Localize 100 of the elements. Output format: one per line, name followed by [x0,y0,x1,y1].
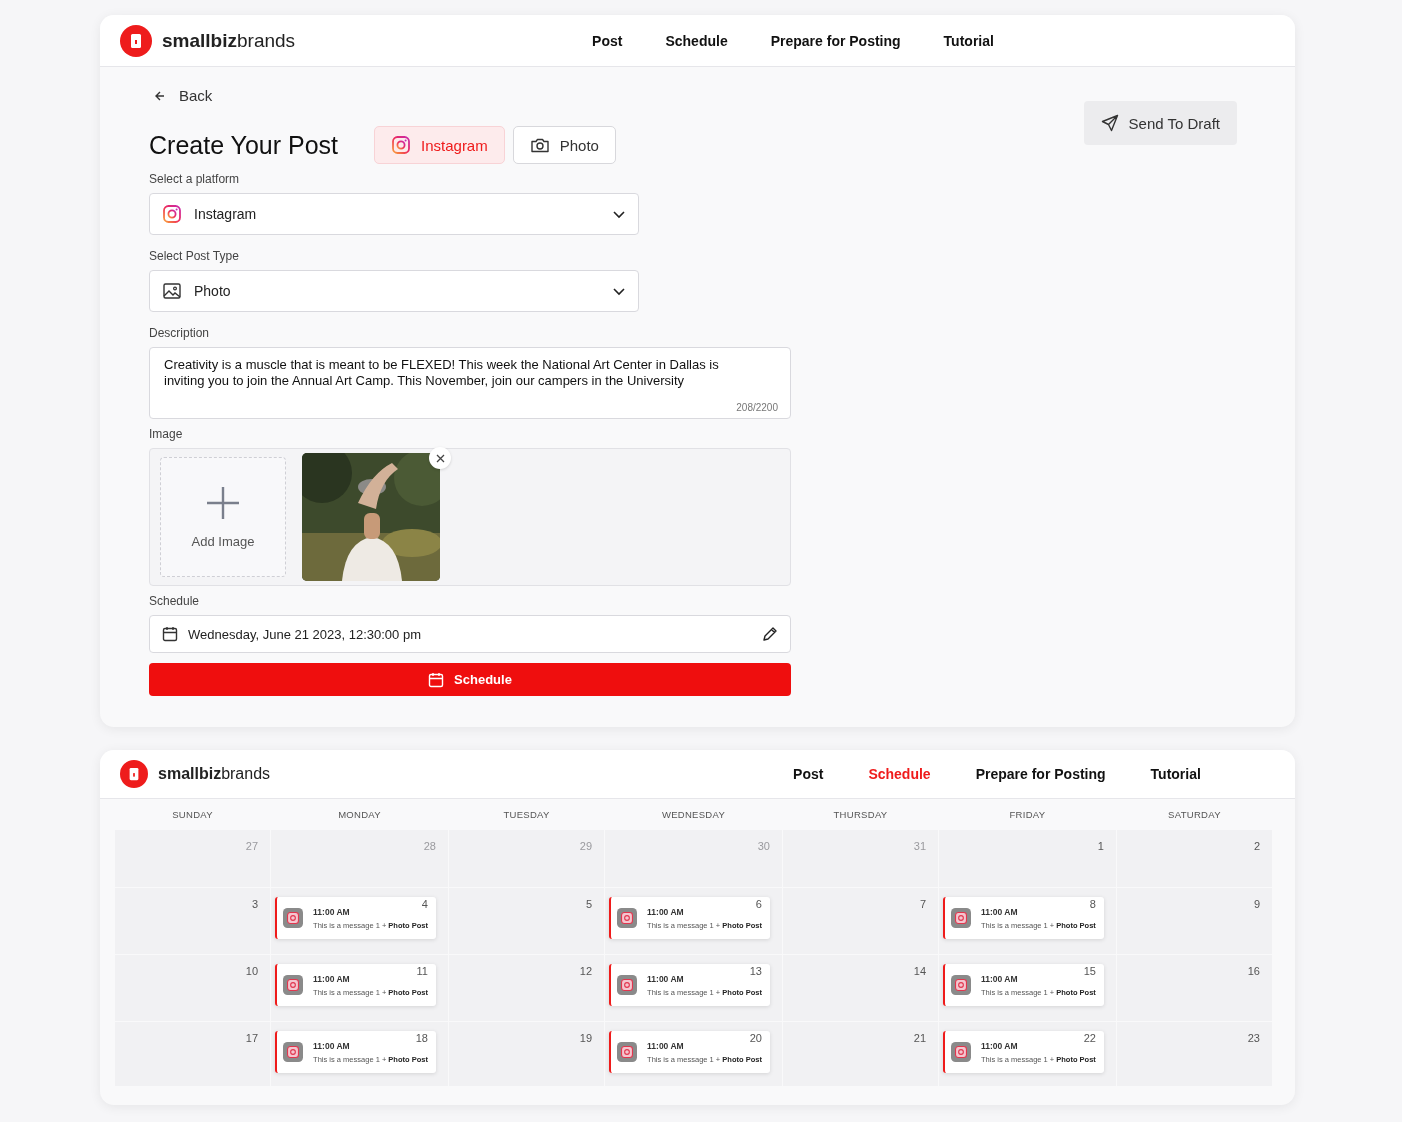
instagram-icon [951,908,972,928]
event-time: 11:00 AM [313,906,351,917]
platform-chip[interactable]: Photo [512,126,616,164]
event-time: 11:00 AM [647,1040,685,1051]
day-number: 23 [1247,1032,1260,1044]
day-number: 22 [1083,1032,1096,1044]
instagram-icon [617,975,638,995]
weekday-header: TUESDAY [502,808,551,820]
day-number: 16 [1247,965,1260,977]
instagram-icon [283,908,304,928]
event-time: 11:00 AM [981,1040,1019,1051]
calendar-day-cell[interactable]: 14 [782,955,939,1021]
nav-link[interactable]: Tutorial [1150,766,1201,782]
weekday-header: SUNDAY [171,808,214,820]
nav-link[interactable]: Post [793,766,824,782]
weekday-header: WEDNESDAY [660,808,727,820]
plus-icon [206,485,240,520]
calendar-day-cell[interactable]: 7 [782,888,939,954]
description-field[interactable]: Creativity is a muscle that is meant to be FLEXED! This week the National Art Center in Dallas is inviting you to join the Annual Art Camp. This November, join our campers in the University 208/2200 [149,347,791,419]
event-time: 11:00 AM [647,973,685,984]
instagram-icon [951,975,972,995]
brand-logo-icon [120,24,152,57]
instagram-icon [617,1042,638,1062]
day-number: 4 [421,898,428,910]
brand-name: smallbizbrands [162,29,296,52]
instagram-icon [162,204,182,224]
platform-chip[interactable]: Instagram [374,126,505,164]
nav-link[interactable]: Prepare for Posting [975,766,1106,782]
day-number: 8 [1089,898,1096,910]
page-title: Create Your Post [149,130,338,160]
day-number: 3 [252,898,259,910]
schedule-date-field[interactable]: Wednesday, June 21 2023, 12:30:00 pm [149,615,791,653]
calendar-day-cell[interactable]: 5 [448,888,605,954]
instagram-icon [951,1042,972,1062]
brand-name: smallbizbrands [158,765,271,783]
calendar-day-cell[interactable]: 16 [1116,955,1272,1021]
field-label: Schedule [149,594,201,608]
send-icon [1100,114,1119,132]
image-icon [162,281,182,301]
day-number: 11 [416,965,428,977]
edit-icon [762,626,778,642]
calendar-day-cell[interactable]: 19 [448,1022,605,1086]
event-time: 11:00 AM [313,1040,351,1051]
nav-link[interactable]: Schedule [868,766,931,782]
schedule-button[interactable]: Schedule [149,663,791,696]
event-time: 11:00 AM [313,973,351,984]
day-number: 30 [757,840,770,852]
calendar-day-cell[interactable]: 17 [115,1022,271,1086]
day-number: 12 [579,965,593,977]
nav-link[interactable]: Tutorial [943,32,994,49]
character-counter: 208/2200 [736,402,778,413]
day-number: 13 [749,965,762,977]
nav-link[interactable]: Schedule [665,32,728,49]
nav-link[interactable]: Post [592,32,623,49]
day-number: 14 [913,965,927,977]
event-time: 11:00 AM [981,906,1019,917]
instagram-icon [283,1042,304,1062]
field-label: Select a platform [149,172,241,186]
send-to-draft-button[interactable]: Send To Draft [1083,101,1237,145]
back-link[interactable]: Back [149,87,791,104]
day-number: 19 [579,1032,593,1044]
weekday-header: FRIDAY [1008,808,1047,820]
day-number: 27 [245,840,259,852]
day-number: 5 [585,898,593,910]
instagram-icon [391,135,411,155]
instagram-icon [283,975,304,995]
event-time: 11:00 AM [647,906,685,917]
calendar-day-cell[interactable]: 23 [1116,1022,1272,1086]
platform-select[interactable]: Instagram [149,193,639,235]
nav-link[interactable]: Prepare for Posting [770,32,901,49]
day-number: 18 [415,1032,428,1044]
day-number: 7 [919,898,927,910]
calendar-day-cell[interactable]: 10 [115,955,271,1021]
calendar-icon [428,671,445,688]
day-number: 1 [1097,840,1104,852]
day-number: 29 [579,840,593,852]
calendar-day-cell[interactable]: 3 [115,888,271,954]
day-number: 31 [913,840,927,852]
weekday-header: MONDAY [337,808,382,820]
calendar-day-cell[interactable]: 2 [1116,830,1272,887]
calendar-icon [162,626,178,642]
day-number: 20 [749,1032,762,1044]
remove-image-button[interactable] [429,447,451,469]
calendar-day-cell[interactable]: 1 [939,830,1116,887]
calendar-day-cell[interactable]: 12 [448,955,605,1021]
brand-logo-icon [120,760,148,788]
day-number: 21 [913,1032,927,1044]
day-number: 10 [245,965,259,977]
day-number: 2 [1253,840,1260,852]
day-number: 6 [755,898,762,910]
field-label: Description [149,326,211,340]
post-type-select[interactable]: Photo [149,270,639,312]
add-image-button[interactable]: Add Image [160,457,286,577]
instagram-icon [617,908,638,928]
weekday-header: SATURDAY [1167,808,1222,820]
weekday-header: THURSDAY [832,808,889,820]
calendar-day-cell[interactable]: 21 [782,1022,939,1086]
close-icon [435,453,445,463]
event-time: 11:00 AM [981,973,1019,984]
calendar-day-cell[interactable]: 9 [1116,888,1272,954]
